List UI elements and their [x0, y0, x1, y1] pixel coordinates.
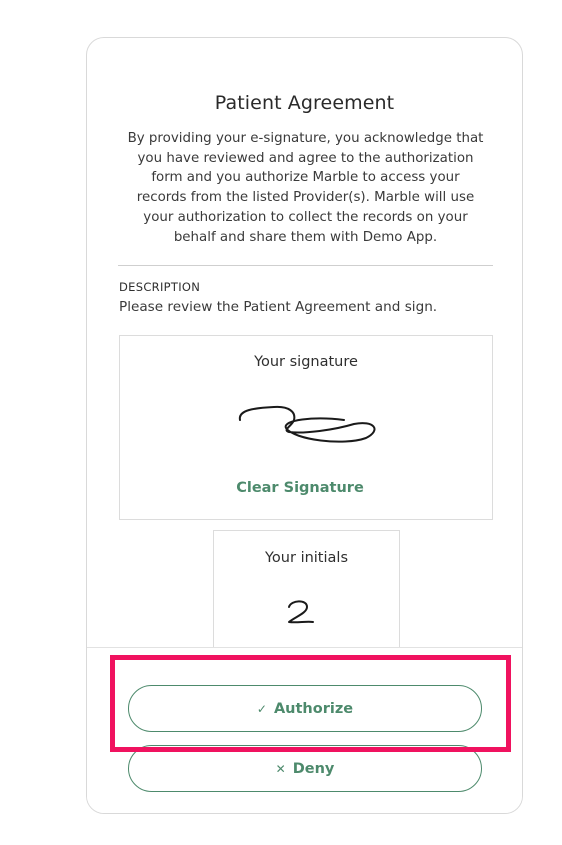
page-title: Patient Agreement [214, 92, 395, 114]
intro-line: By providing your e-signature, you ackno… [127, 131, 484, 146]
description-text: Please review the Patient Agreement and … [119, 299, 438, 315]
initials-label: Your initials [265, 550, 348, 566]
intro-line: records from the listed Provider(s). Mar… [136, 190, 475, 206]
signature-pad[interactable]: Your signature Clear Signature [119, 335, 493, 520]
x-icon: ✕ [275, 761, 286, 776]
intro-line: your authorization to collect the record… [143, 209, 468, 225]
initials-pad[interactable]: Your initials [213, 530, 400, 660]
signature-drawing [238, 405, 376, 443]
initials-drawing [288, 600, 314, 624]
agreement-intro-text: By providing your e-signature, you ackno… [118, 129, 493, 247]
deny-label: Deny [292, 760, 335, 777]
divider [118, 265, 493, 266]
intro-line: you have reviewed and agree to the autho… [137, 150, 474, 166]
action-footer: ✓ Authorize ✕ Deny [87, 647, 522, 813]
authorize-button[interactable]: ✓ Authorize [128, 685, 482, 732]
intro-line: behalf and share them with Demo App. [173, 229, 438, 245]
agreement-card: Patient Agreement By providing your e-si… [86, 37, 523, 814]
clear-signature-button[interactable]: Clear Signature [120, 480, 480, 496]
signature-label: Your signature [254, 354, 358, 370]
description-heading: DESCRIPTION [119, 280, 201, 294]
check-icon: ✓ [256, 701, 267, 716]
authorize-label: Authorize [273, 700, 354, 717]
deny-button[interactable]: ✕ Deny [128, 745, 482, 792]
intro-line: form and you authorize Marble to access … [151, 170, 460, 186]
